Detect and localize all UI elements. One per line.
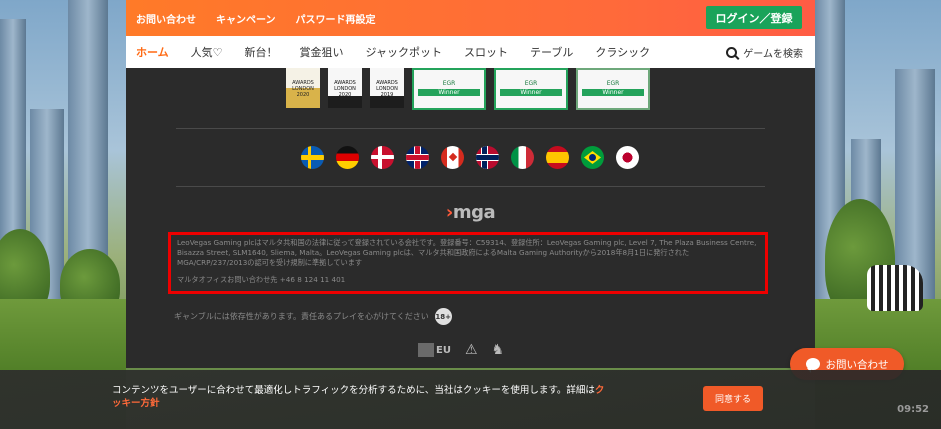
cookie-text: コンテンツをユーザーに合わせて最適化しトラフィックを分析するために、当社はクッキ… [112, 385, 595, 396]
language-flags [301, 146, 639, 169]
flag-sweden-icon[interactable] [301, 146, 324, 169]
flag-germany-icon[interactable] [336, 146, 359, 169]
awards-row: AWARDS LONDON 2020 AWARDS LONDON 2020 AW… [286, 68, 650, 110]
mga-logo[interactable]: ›mga [126, 202, 815, 223]
age-18-badge: 18+ [434, 308, 452, 325]
award-badge: AWARDS LONDON 2019 [370, 68, 404, 108]
egr-award-badge: EGR Winner [412, 68, 486, 110]
egr-award-badge: EGR Winner [576, 68, 650, 110]
divider [176, 128, 765, 129]
background-scenery-left [0, 0, 126, 429]
game-search[interactable]: ゲームを検索 [726, 45, 803, 60]
partner-logo-icon[interactable]: ♞ [492, 342, 505, 358]
mga-mark-icon: › [445, 202, 453, 223]
header-link-password-reset[interactable]: パスワード再設定 [296, 11, 376, 26]
flag-denmark-icon[interactable] [371, 146, 394, 169]
cookie-text-block: コンテンツをユーザーに合わせて最適化しトラフィックを分析するために、当社はクッキ… [112, 384, 612, 410]
legal-notice-box: LeoVegas Gaming plcはマルタ共和国の法律に従って登録されている… [168, 232, 768, 294]
cookie-banner: コンテンツをユーザーに合わせて最適化しトラフィックを分析するために、当社はクッキ… [0, 370, 941, 429]
gamcare-logo-icon[interactable]: ⚠ [465, 342, 478, 358]
award-badge: AWARDS LONDON 2020 [286, 68, 320, 108]
cookie-agree-button[interactable]: 同意する [703, 386, 763, 411]
search-icon [726, 47, 738, 58]
footer-content: AWARDS LONDON 2020 AWARDS LONDON 2020 AW… [126, 68, 815, 368]
legal-text: LeoVegas Gaming plcはマルタ共和国の法律に従って登録されている… [177, 238, 757, 267]
tab-prize[interactable]: 賞金狙い [300, 44, 344, 60]
tab-popular[interactable]: 人気♡ [191, 44, 223, 60]
zebra-image [867, 265, 923, 311]
login-register-button[interactable]: ログイン／登録 [706, 6, 802, 29]
top-header: お問い合わせ キャンペーン パスワード再設定 ログイン／登録 [126, 0, 815, 36]
malta-contact: マルタオフィスお問い合わせ先 +46 8 124 11 401 [177, 275, 346, 284]
chat-bubble-icon [805, 358, 820, 373]
flag-norway-icon[interactable] [476, 146, 499, 169]
flag-japan-icon[interactable] [616, 146, 639, 169]
flag-uk-icon[interactable] [406, 146, 429, 169]
tab-new[interactable]: 新台！ [245, 44, 278, 60]
flag-canada-icon[interactable] [441, 146, 464, 169]
award-badge: AWARDS LONDON 2020 [328, 68, 362, 108]
footer-logos: EU ⚠ ♞ [418, 342, 504, 358]
egr-award-badge: EGR Winner [494, 68, 568, 110]
responsible-gambling: ギャンブルには依存性があります。責任あるプレイを心がけてください 18+ [174, 308, 452, 325]
eu-logo[interactable]: EU [418, 343, 451, 357]
tab-slots[interactable]: スロット [464, 44, 508, 60]
eu-flag-icon [418, 343, 434, 357]
flag-spain-icon[interactable] [546, 146, 569, 169]
search-label: ゲームを検索 [743, 49, 803, 60]
responsible-gambling-text: ギャンブルには依存性があります。責任あるプレイを心がけてください [174, 312, 429, 321]
divider [176, 186, 765, 187]
tab-table[interactable]: テーブル [530, 44, 573, 60]
flag-brazil-icon[interactable] [581, 146, 604, 169]
tab-home[interactable]: ホーム [136, 44, 169, 60]
header-link-campaign[interactable]: キャンペーン [216, 11, 276, 26]
tab-jackpot[interactable]: ジャックポット [366, 44, 442, 60]
tab-classic[interactable]: クラシック [595, 44, 650, 60]
clock: 09:52 [897, 404, 929, 415]
flag-italy-icon[interactable] [511, 146, 534, 169]
header-link-contact[interactable]: お問い合わせ [136, 11, 196, 26]
main-nav: ホーム 人気♡ 新台！ 賞金狙い ジャックポット スロット テーブル クラシック… [126, 36, 815, 68]
